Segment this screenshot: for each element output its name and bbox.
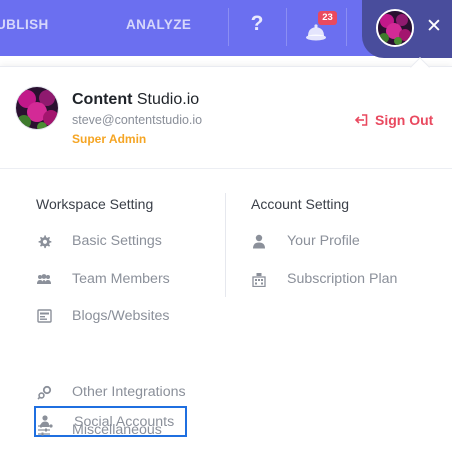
top-nav-bar: UBLISH ANALYZE ? 23 ✕ bbox=[0, 0, 452, 58]
profile-email: steve@contentstudio.io bbox=[72, 113, 203, 127]
help-icon: ? bbox=[250, 12, 264, 35]
user-menu-toggle[interactable]: ✕ bbox=[362, 0, 452, 58]
gear-icon bbox=[36, 233, 52, 249]
account-setting-title: Account Setting bbox=[251, 196, 350, 212]
subscription-icon bbox=[251, 271, 267, 287]
nav-analyze[interactable]: ANALYZE bbox=[126, 17, 191, 32]
menu-item-basic-settings[interactable]: Basic Settings bbox=[36, 226, 162, 256]
help-button[interactable]: ? bbox=[246, 12, 268, 40]
profile-role: Super Admin bbox=[72, 132, 147, 146]
profile-avatar bbox=[15, 86, 59, 130]
profile-name-bold: Content bbox=[72, 91, 133, 108]
menu-item-subscription-plan[interactable]: Subscription Plan bbox=[251, 264, 397, 294]
sign-out-icon bbox=[354, 114, 368, 126]
section-divider bbox=[0, 168, 452, 169]
menu-item-label: Subscription Plan bbox=[287, 271, 398, 287]
menu-item-label: Other Integrations bbox=[72, 384, 186, 400]
sign-out-label: Sign Out bbox=[375, 112, 434, 128]
workspace-setting-title: Workspace Setting bbox=[36, 196, 154, 212]
profile-name-rest: Studio.io bbox=[132, 91, 200, 108]
menu-item-miscellaneous[interactable]: Miscellaneous bbox=[36, 415, 162, 445]
close-icon[interactable]: ✕ bbox=[424, 16, 444, 38]
menu-item-label: Blogs/Websites bbox=[72, 308, 170, 324]
notifications-button[interactable]: 23 bbox=[304, 11, 338, 44]
menu-item-label: Team Members bbox=[72, 271, 170, 287]
dropdown-caret bbox=[410, 57, 430, 77]
nav-divider bbox=[346, 8, 347, 46]
profile-name: Content Studio.io bbox=[72, 91, 199, 109]
menu-item-blogs-websites[interactable]: Blogs/Websites bbox=[36, 301, 170, 331]
menu-item-label: Miscellaneous bbox=[72, 422, 162, 438]
avatar bbox=[376, 9, 414, 47]
menu-item-your-profile[interactable]: Your Profile bbox=[251, 226, 360, 256]
sign-out-button[interactable]: Sign Out bbox=[354, 111, 433, 129]
menu-item-label: Basic Settings bbox=[72, 233, 162, 249]
integrations-icon bbox=[36, 384, 52, 400]
user-icon bbox=[251, 233, 267, 249]
user-dropdown-panel: Content Studio.io steve@contentstudio.io… bbox=[0, 57, 452, 459]
menu-item-other-integrations[interactable]: Other Integrations bbox=[36, 377, 186, 407]
notification-count-badge: 23 bbox=[318, 11, 337, 25]
nav-publish[interactable]: UBLISH bbox=[0, 17, 49, 32]
menu-item-label: Your Profile bbox=[287, 233, 360, 249]
nav-divider bbox=[228, 8, 229, 46]
column-divider bbox=[225, 193, 226, 297]
team-icon bbox=[36, 271, 52, 287]
sliders-icon bbox=[36, 422, 52, 438]
nav-divider bbox=[286, 8, 287, 46]
menu-item-team-members[interactable]: Team Members bbox=[36, 264, 170, 294]
bell-icon bbox=[306, 24, 326, 41]
blog-icon bbox=[36, 308, 52, 324]
